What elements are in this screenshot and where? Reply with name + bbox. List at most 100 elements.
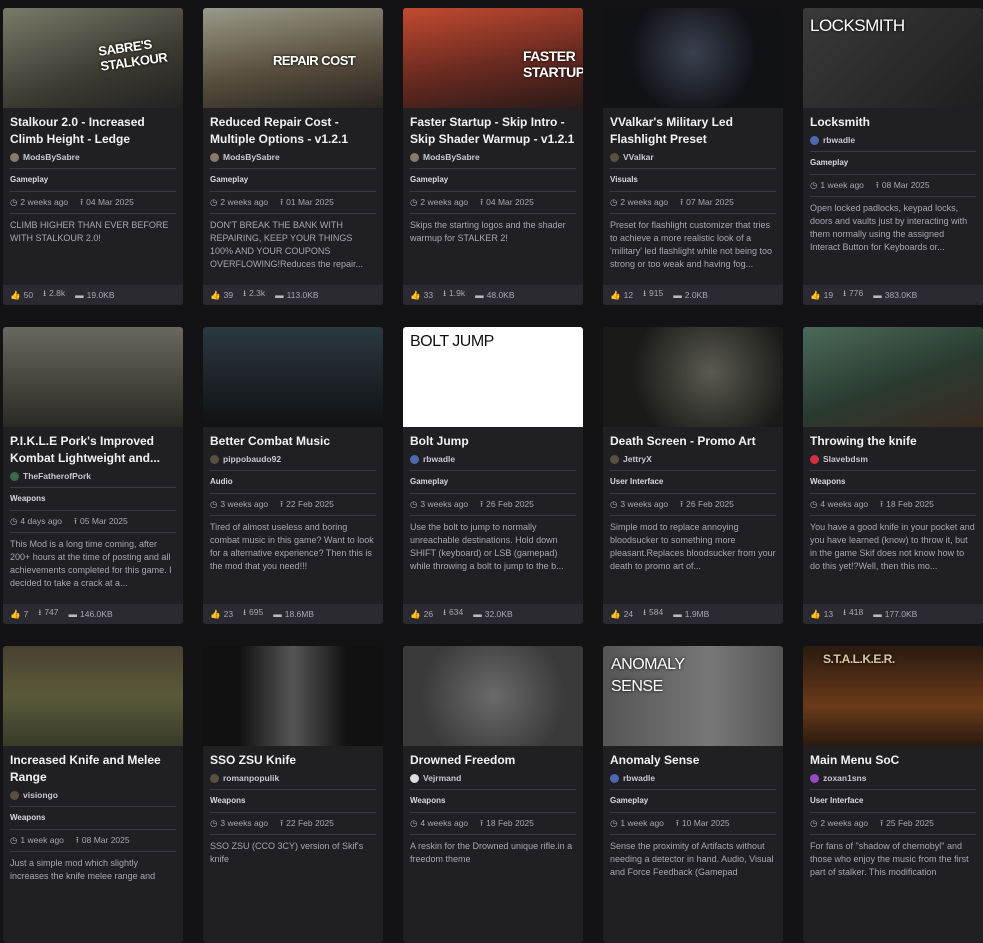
- mod-category[interactable]: Audio: [210, 476, 376, 488]
- mod-card[interactable]: FASTER STARTUP Faster Startup - Skip Int…: [403, 8, 583, 305]
- divider: [10, 851, 176, 852]
- author-name[interactable]: rbwadle: [823, 135, 855, 145]
- mod-card[interactable]: P.I.K.L.E Pork's Improved Kombat Lightwe…: [3, 327, 183, 624]
- clock-icon: ◷: [410, 197, 418, 207]
- author-name[interactable]: romanpopulik: [223, 773, 279, 783]
- mod-card[interactable]: S.T.A.L.K.E.R. Main Menu SoC zoxan1sns U…: [803, 646, 983, 943]
- mod-title[interactable]: Reduced Repair Cost - Multiple Options -…: [210, 114, 376, 148]
- mod-thumbnail[interactable]: [403, 646, 583, 746]
- mod-category[interactable]: Weapons: [210, 795, 376, 807]
- mod-title[interactable]: Drowned Freedom: [410, 752, 576, 769]
- mod-thumbnail[interactable]: [3, 327, 183, 427]
- mod-category[interactable]: Gameplay: [410, 174, 576, 186]
- author-name[interactable]: JettryX: [623, 454, 652, 464]
- author-name[interactable]: ModsBySabre: [23, 152, 80, 162]
- mod-card[interactable]: ANOMALY SENSE Anomaly Sense rbwadle Game…: [603, 646, 783, 943]
- mod-thumbnail[interactable]: REPAIR COST: [203, 8, 383, 108]
- download-icon: ⭳: [643, 607, 647, 617]
- upload-date: ⭱ 07 Mar 2025: [680, 197, 734, 207]
- author-name[interactable]: ModsBySabre: [423, 152, 480, 162]
- mod-title[interactable]: Main Menu SoC: [810, 752, 976, 769]
- mod-category[interactable]: Weapons: [10, 493, 176, 505]
- drive-icon: ▬: [873, 609, 882, 619]
- downloads: ⭳ 695: [243, 607, 264, 617]
- mod-card[interactable]: BOLT JUMP Bolt Jump rbwadle Gameplay ◷ 3 …: [403, 327, 583, 624]
- author-name[interactable]: pippobaudo92: [223, 454, 281, 464]
- mod-card[interactable]: Increased Knife and Melee Range visiongo…: [3, 646, 183, 943]
- upload-icon: ⭱: [880, 818, 884, 828]
- mod-category[interactable]: Weapons: [810, 476, 976, 488]
- mod-thumbnail[interactable]: FASTER STARTUP: [403, 8, 583, 108]
- mod-title[interactable]: Faster Startup - Skip Intro - Skip Shade…: [410, 114, 576, 148]
- mod-title[interactable]: Locksmith: [810, 114, 976, 131]
- upload-date: ⭱ 08 Mar 2025: [75, 835, 130, 845]
- author-name[interactable]: zoxan1sns: [823, 773, 866, 783]
- upload-date: ⭱ 26 Feb 2025: [680, 499, 734, 509]
- thumbnail-logo-text: BOLT JUMP: [410, 333, 494, 350]
- mod-thumbnail[interactable]: [603, 327, 783, 427]
- author-name[interactable]: ModsBySabre: [223, 152, 280, 162]
- mod-card[interactable]: LOCKSMITH Locksmith rbwadle Gameplay ◷ 1 …: [803, 8, 983, 305]
- author-name[interactable]: rbwadle: [423, 454, 455, 464]
- mod-title[interactable]: P.I.K.L.E Pork's Improved Kombat Lightwe…: [10, 433, 176, 467]
- mod-thumbnail[interactable]: [3, 646, 183, 746]
- author-name[interactable]: VValkar: [623, 152, 654, 162]
- author-name[interactable]: visiongo: [23, 790, 58, 800]
- author-name[interactable]: rbwadle: [623, 773, 655, 783]
- mod-category[interactable]: User Interface: [810, 795, 976, 807]
- mod-stats: 👍 39 ⭳ 2.3k ▬ 113.0KB: [203, 285, 383, 305]
- mod-category[interactable]: Gameplay: [210, 174, 376, 186]
- mod-description: This Mod is a long time coming, after 20…: [10, 539, 172, 588]
- author-name[interactable]: TheFatherofPork: [23, 471, 91, 481]
- divider: [210, 493, 376, 494]
- mod-category[interactable]: Weapons: [410, 795, 576, 807]
- mod-title[interactable]: Anomaly Sense: [610, 752, 776, 769]
- mod-card[interactable]: REPAIR COST Reduced Repair Cost - Multip…: [203, 8, 383, 305]
- mod-category[interactable]: Gameplay: [410, 476, 576, 488]
- mod-category[interactable]: Gameplay: [10, 174, 176, 186]
- mod-title[interactable]: Better Combat Music: [210, 433, 376, 450]
- author-name[interactable]: Slavebdsm: [823, 454, 868, 464]
- mod-category[interactable]: Gameplay: [810, 157, 976, 169]
- mod-category[interactable]: Gameplay: [610, 795, 776, 807]
- mod-card[interactable]: VValkar's Military Led Flashlight Preset…: [603, 8, 783, 305]
- mod-title[interactable]: Stalkour 2.0 - Increased Climb Height - …: [10, 114, 176, 148]
- upload-date: ⭱ 22 Feb 2025: [280, 499, 334, 509]
- mod-title[interactable]: Increased Knife and Melee Range: [10, 752, 176, 786]
- mod-thumbnail[interactable]: S.T.A.L.K.E.R.: [803, 646, 983, 746]
- divider: [210, 812, 376, 813]
- author-name[interactable]: Vejrmand: [423, 773, 461, 783]
- mod-card[interactable]: Drowned Freedom Vejrmand Weapons ◷ 4 week…: [403, 646, 583, 943]
- mod-thumbnail[interactable]: [603, 8, 783, 108]
- mod-card[interactable]: Better Combat Music pippobaudo92 Audio ◷…: [203, 327, 383, 624]
- mod-thumbnail[interactable]: SABRE'S STALKOUR: [3, 8, 183, 108]
- mod-thumbnail[interactable]: ANOMALY SENSE: [603, 646, 783, 746]
- mod-title[interactable]: Throwing the knife: [810, 433, 976, 450]
- mod-title[interactable]: SSO ZSU Knife: [210, 752, 376, 769]
- divider: [410, 213, 576, 214]
- upload-icon: ⭱: [280, 818, 284, 828]
- mod-title[interactable]: Bolt Jump: [410, 433, 576, 450]
- mod-category[interactable]: User Interface: [610, 476, 776, 488]
- mod-card[interactable]: Throwing the knife Slavebdsm Weapons ◷ 4 …: [803, 327, 983, 624]
- upload-date: ⭱ 22 Feb 2025: [280, 818, 334, 828]
- mod-title[interactable]: VValkar's Military Led Flashlight Preset: [610, 114, 776, 148]
- mod-card[interactable]: SABRE'S STALKOUR Stalkour 2.0 - Increase…: [3, 8, 183, 305]
- mod-thumbnail[interactable]: [803, 327, 983, 427]
- divider: [610, 812, 776, 813]
- updated-time: ◷ 2 weeks ago: [810, 818, 869, 828]
- mod-card[interactable]: SSO ZSU Knife romanpopulik Weapons ◷ 3 we…: [203, 646, 383, 943]
- divider: [210, 213, 376, 214]
- mod-stats: 👍 19 ⭳ 776 ▬ 383.0KB: [803, 285, 983, 305]
- mod-category[interactable]: Weapons: [10, 812, 176, 824]
- mod-thumbnail[interactable]: LOCKSMITH: [803, 8, 983, 108]
- mod-title[interactable]: Death Screen - Promo Art: [610, 433, 776, 450]
- mod-description: You have a good knife in your pocket and…: [810, 522, 975, 571]
- mod-category[interactable]: Visuals: [610, 174, 776, 186]
- divider: [810, 812, 976, 813]
- mod-thumbnail[interactable]: BOLT JUMP: [403, 327, 583, 427]
- mod-card[interactable]: Death Screen - Promo Art JettryX User In…: [603, 327, 783, 624]
- mod-thumbnail[interactable]: [203, 646, 383, 746]
- updated-time: ◷ 4 days ago: [10, 516, 63, 526]
- mod-thumbnail[interactable]: [203, 327, 383, 427]
